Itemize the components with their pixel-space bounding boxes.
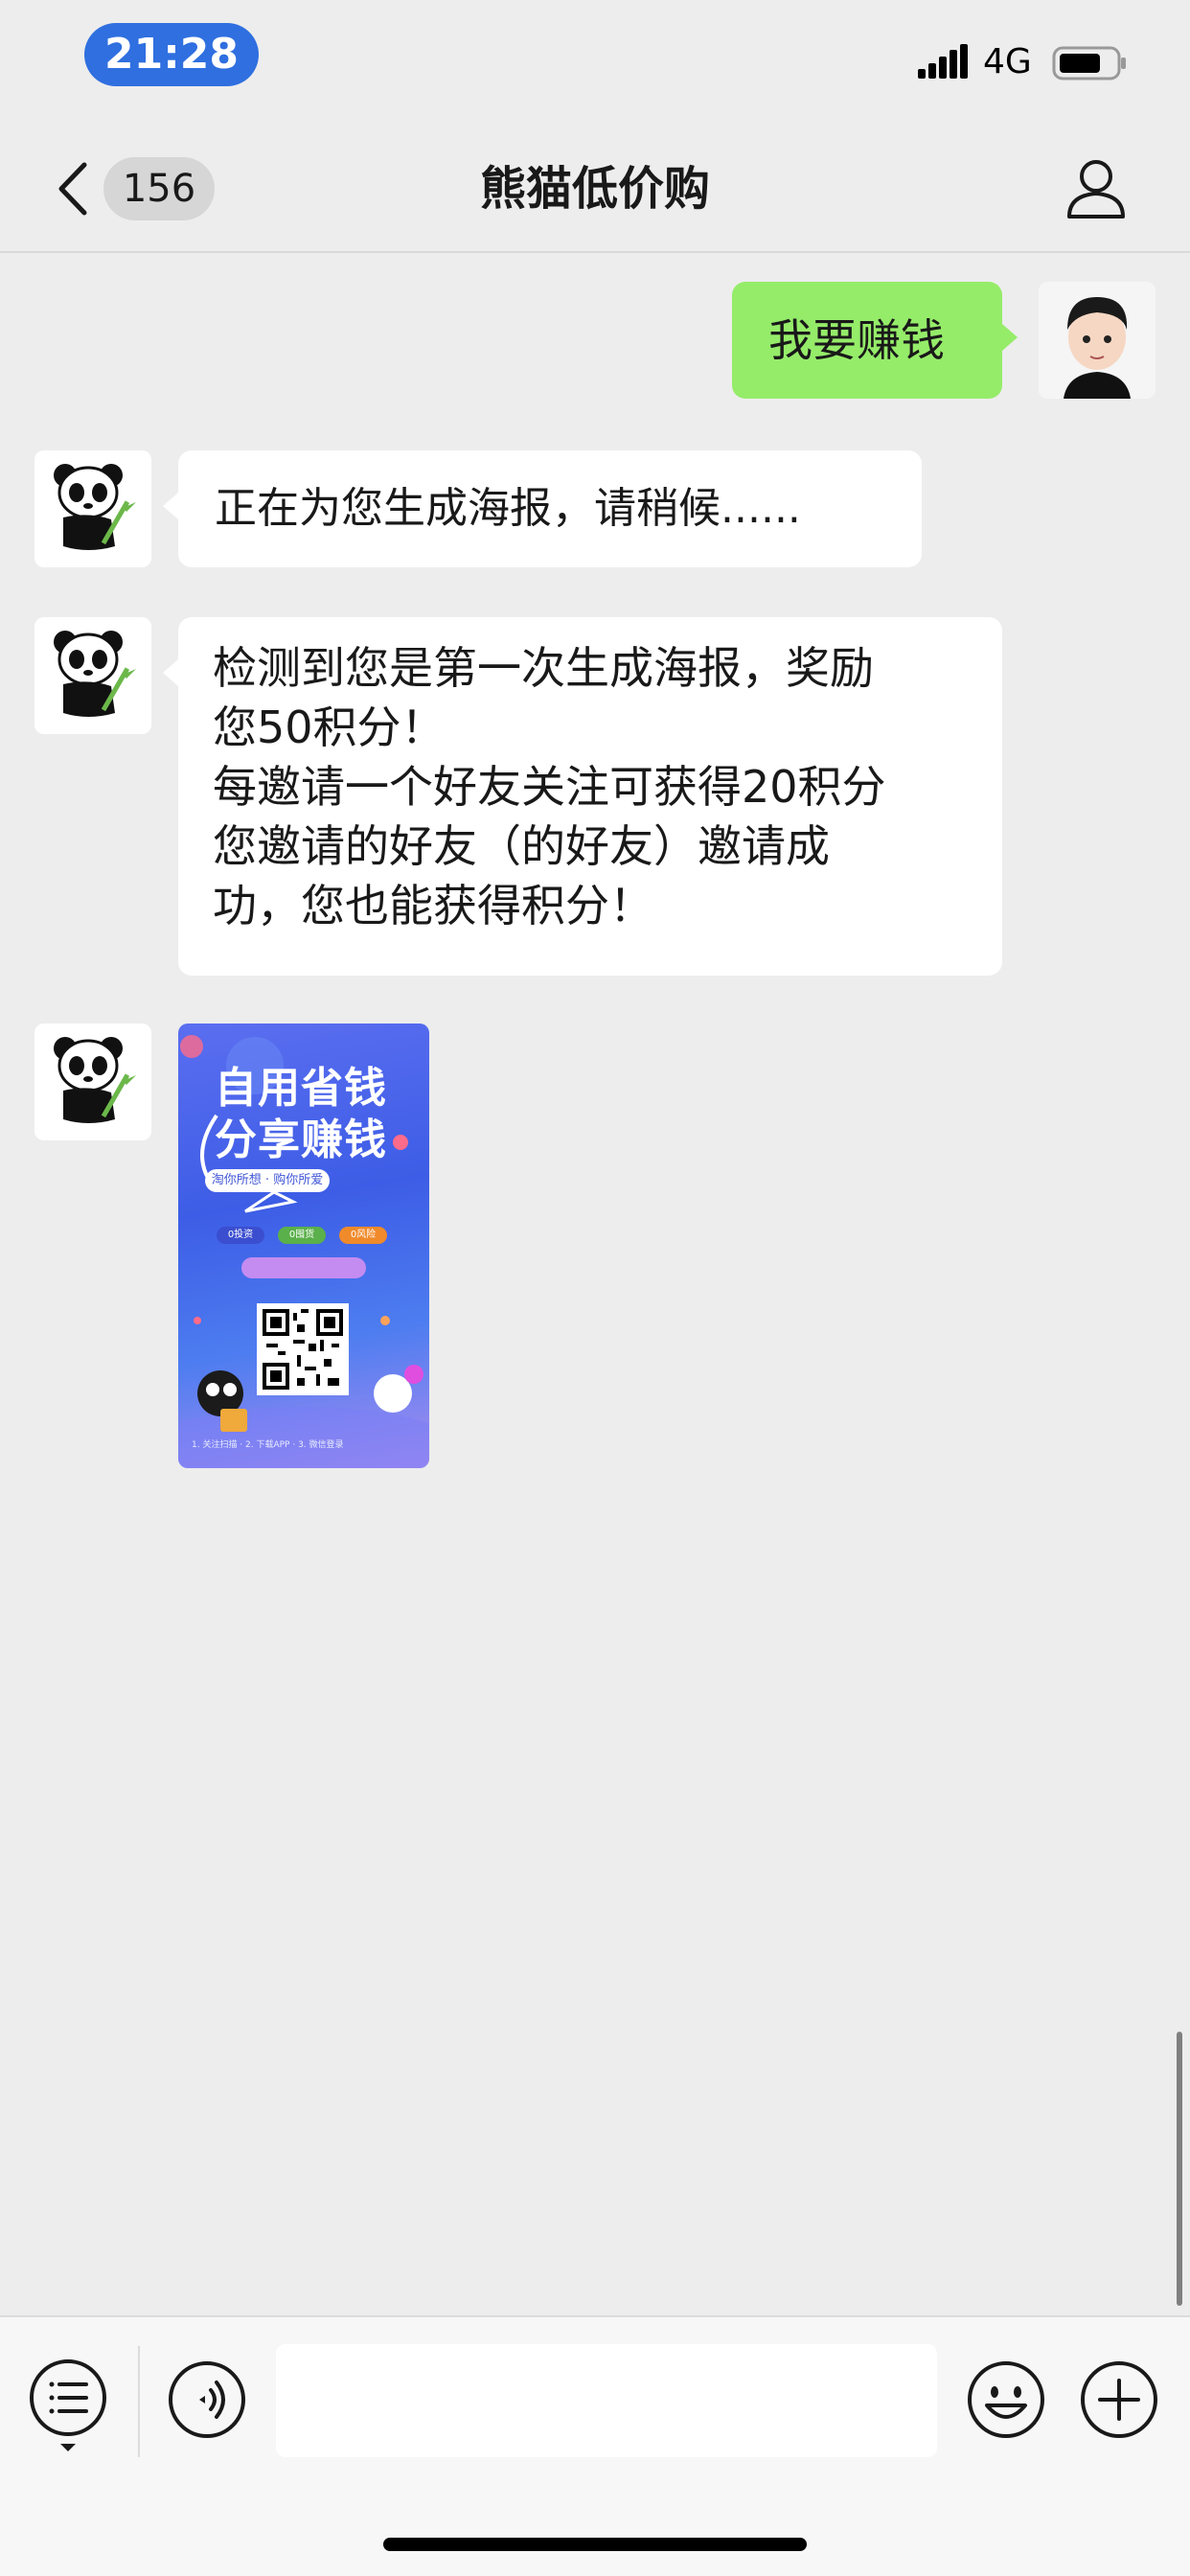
bot-avatar[interactable]: [34, 1024, 151, 1140]
status-bar: 21:28 4G: [0, 0, 1190, 125]
poster-headline-2: 分享赚钱: [215, 1116, 387, 1164]
poster-tag: 0投资: [217, 1227, 264, 1244]
panda-avatar-image: [34, 617, 151, 734]
poster-bar: [241, 1257, 366, 1278]
poster-slogan: 淘你所想 · 购你所爱: [205, 1169, 330, 1192]
poster-tag: 0风险: [339, 1227, 387, 1244]
panda-avatar-image: [34, 450, 151, 567]
poster-tag: 0囤货: [278, 1227, 326, 1244]
voice-icon[interactable]: [167, 2359, 247, 2440]
signal-icon: [918, 44, 968, 79]
nav-bar: 156 熊猫低价购: [0, 125, 1190, 253]
network-type: 4G: [983, 42, 1032, 81]
input-bar: [0, 2315, 1190, 2576]
qr-code-icon: [257, 1303, 349, 1395]
message-bubble-incoming[interactable]: 检测到您是第一次生成海报，奖励 您50积分！ 每邀请一个好友关注可获得20积分 …: [163, 617, 1002, 976]
bot-avatar[interactable]: [34, 617, 151, 734]
message-input[interactable]: [276, 2344, 937, 2457]
message-bubble-outgoing[interactable]: 我要赚钱: [732, 282, 1018, 399]
plus-icon[interactable]: [1079, 2359, 1159, 2440]
divider: [138, 2346, 140, 2457]
home-indicator[interactable]: [383, 2538, 807, 2551]
bot-avatar[interactable]: [34, 450, 151, 567]
panda-avatar-image: [34, 1024, 151, 1140]
emoji-icon[interactable]: [966, 2359, 1046, 2440]
poster-footer: 1. 关注扫描 · 2. 下载APP · 3. 微信登录: [192, 1440, 344, 1450]
status-time[interactable]: 21:28: [84, 23, 259, 86]
message-bubble-incoming[interactable]: 正在为您生成海报，请稍候......: [163, 450, 922, 567]
profile-icon[interactable]: [1065, 157, 1127, 220]
user-avatar-image: [1039, 282, 1156, 399]
menu-list-icon[interactable]: [27, 2358, 109, 2453]
scrollbar[interactable]: [1177, 2032, 1182, 2306]
battery-icon: [1052, 46, 1126, 80]
poster-headline-1: 自用省钱: [215, 1064, 387, 1113]
chat-title: 熊猫低价购: [479, 162, 710, 216]
user-avatar[interactable]: [1039, 282, 1156, 399]
poster-image[interactable]: 自用省钱 分享赚钱 淘你所想 · 购你所爱 0投资 0囤货 0风险 1. 关注扫…: [178, 1024, 429, 1468]
